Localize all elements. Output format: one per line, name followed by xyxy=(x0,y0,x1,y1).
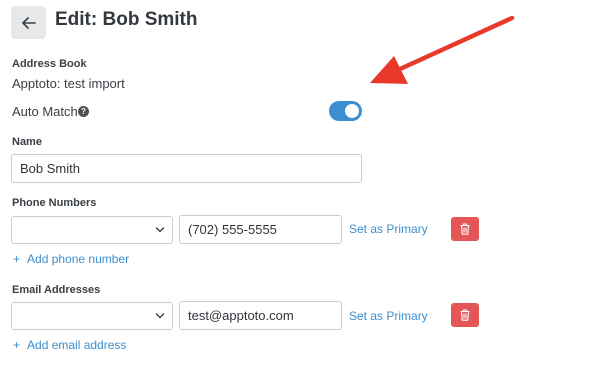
question-circle-icon[interactable]: ? xyxy=(78,106,89,117)
page-title: Edit: Bob Smith xyxy=(55,9,198,30)
toggle-knob xyxy=(345,104,359,118)
plus-icon: + xyxy=(13,252,21,266)
add-phone-number-label: Add phone number xyxy=(27,252,130,266)
trash-icon xyxy=(460,223,470,235)
phone-number-field[interactable] xyxy=(179,215,342,244)
arrow-left-icon xyxy=(21,16,36,29)
email-type-select[interactable] xyxy=(11,302,173,330)
chevron-down-icon xyxy=(155,227,165,233)
add-phone-number-link[interactable]: + Add phone number xyxy=(13,252,129,266)
address-book-value: Apptoto: test import xyxy=(12,76,125,91)
back-button[interactable] xyxy=(11,6,46,39)
add-email-address-label: Add email address xyxy=(27,338,127,352)
trash-icon xyxy=(460,309,470,321)
phone-numbers-label: Phone Numbers xyxy=(12,197,97,209)
address-book-label: Address Book xyxy=(12,58,87,70)
plus-icon: + xyxy=(13,338,21,352)
email-set-primary-link[interactable]: Set as Primary xyxy=(349,309,428,323)
auto-match-toggle[interactable] xyxy=(329,101,362,121)
name-field[interactable] xyxy=(11,154,362,183)
name-label: Name xyxy=(12,136,42,148)
email-delete-button[interactable] xyxy=(451,303,479,327)
email-address-field[interactable] xyxy=(179,301,342,330)
phone-delete-button[interactable] xyxy=(451,217,479,241)
email-addresses-label: Email Addresses xyxy=(12,284,101,296)
phone-type-select[interactable] xyxy=(11,216,173,244)
phone-set-primary-link[interactable]: Set as Primary xyxy=(349,222,428,236)
auto-match-label: Auto Match xyxy=(12,104,78,119)
add-email-address-link[interactable]: + Add email address xyxy=(13,338,126,352)
chevron-down-icon xyxy=(155,313,165,319)
